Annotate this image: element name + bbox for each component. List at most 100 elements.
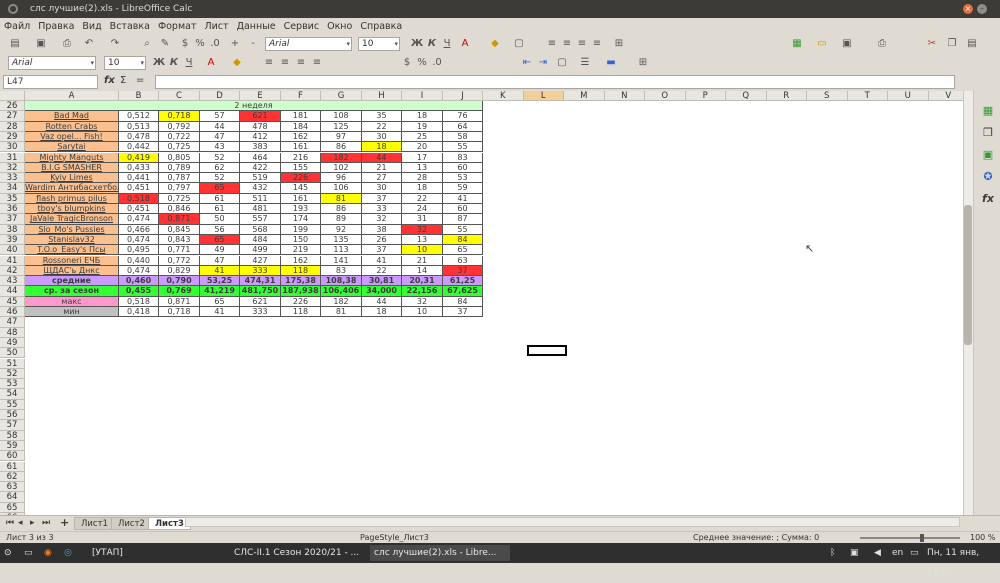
cell-I46[interactable]: 10: [402, 307, 443, 318]
cell-D36[interactable]: 61: [200, 204, 240, 215]
cell-C33[interactable]: 0,787: [159, 173, 200, 184]
column-header-L[interactable]: L: [523, 91, 564, 101]
cell-A40[interactable]: T.O.o_Easy's Псы: [25, 245, 119, 256]
cell-F37[interactable]: 174: [281, 214, 321, 225]
align-right-icon-2[interactable]: ≡: [294, 56, 308, 70]
row-header-47[interactable]: 47: [0, 317, 25, 328]
cell-J44[interactable]: 67,625: [443, 286, 483, 297]
menu-item-5[interactable]: Лист: [200, 21, 232, 32]
row-header-51[interactable]: 51: [0, 358, 25, 369]
cell-G29[interactable]: 97: [321, 131, 362, 143]
open-icon[interactable]: ▭: [815, 37, 829, 51]
row-header-60[interactable]: 60: [0, 451, 25, 462]
insert-chart-icon[interactable]: ▦: [790, 37, 804, 51]
functions-icon[interactable]: fx: [980, 191, 996, 207]
cell-G37[interactable]: 89: [321, 214, 362, 225]
row-header-48[interactable]: 48: [0, 327, 25, 338]
border-style-icon[interactable]: ☰: [578, 56, 592, 70]
menu-item-6[interactable]: Данные: [233, 21, 280, 32]
function-wizard-icon[interactable]: fx: [104, 75, 115, 86]
cell-D41[interactable]: 47: [200, 255, 240, 266]
cell-I36[interactable]: 24: [402, 204, 443, 215]
italic-icon-2[interactable]: К: [167, 56, 181, 70]
menu-item-8[interactable]: Окно: [323, 21, 356, 32]
tab-sheet1[interactable]: Лист1: [74, 517, 115, 530]
row-header-30[interactable]: 30: [0, 142, 25, 153]
font-size-combo-2[interactable]: 10 ▾: [104, 56, 146, 70]
cell-B29[interactable]: 0,478: [119, 131, 159, 143]
row-header-42[interactable]: 42: [0, 265, 25, 277]
cell-E31[interactable]: 464: [240, 152, 281, 163]
clock[interactable]: Пн, 11 янв, 11:50: [927, 543, 1000, 583]
font-color-icon-2[interactable]: A: [204, 56, 218, 70]
cell-D33[interactable]: 52: [200, 173, 240, 184]
cell-C39[interactable]: 0,843: [159, 234, 200, 246]
row-header-56[interactable]: 56: [0, 410, 25, 421]
column-header-T[interactable]: T: [847, 91, 888, 101]
cell-B28[interactable]: 0,513: [119, 121, 159, 132]
cell-J30[interactable]: 55: [443, 142, 483, 153]
cell-A38[interactable]: Slo_Mo's Pussies: [25, 224, 119, 235]
cell-A46[interactable]: мин: [25, 307, 119, 318]
row-header-43[interactable]: 43: [0, 276, 25, 287]
cell-I35[interactable]: 22: [402, 193, 443, 204]
cell-H46[interactable]: 18: [362, 307, 402, 318]
spreadsheet-grid[interactable]: A B C D E F G H I J K L M N O P Q R S T U V 26 27 28 29 30 31 32 33 34…: [0, 91, 963, 515]
delete-decimal-icon[interactable]: -: [246, 37, 260, 51]
column-header-O[interactable]: O: [645, 91, 686, 101]
cell-J36[interactable]: 60: [443, 204, 483, 215]
bold-icon[interactable]: Ж: [410, 37, 424, 51]
cell-F42[interactable]: 118: [281, 265, 321, 277]
cell-A29[interactable]: Vaz opel... Fish!: [25, 131, 119, 143]
cell-E45[interactable]: 621: [240, 296, 281, 307]
cell-E46[interactable]: 333: [240, 307, 281, 318]
cell-C36[interactable]: 0,846: [159, 204, 200, 215]
cell-H28[interactable]: 22: [362, 121, 402, 132]
percent-icon-2[interactable]: %: [415, 56, 429, 70]
percent-icon[interactable]: %: [193, 37, 207, 51]
cell-E42[interactable]: 333: [240, 265, 281, 277]
zoom-slider-handle[interactable]: [920, 534, 924, 542]
cell-F31[interactable]: 216: [281, 152, 321, 163]
row-header-53[interactable]: 53: [0, 379, 25, 390]
cell-F30[interactable]: 161: [281, 142, 321, 153]
cell-D29[interactable]: 47: [200, 131, 240, 143]
cell-A42[interactable]: ЩДАС'ь Днкс: [25, 265, 119, 277]
cell-C37[interactable]: 0,871: [159, 214, 200, 225]
cell-B37[interactable]: 0,474: [119, 214, 159, 225]
row-header-54[interactable]: 54: [0, 389, 25, 400]
align-left-icon[interactable]: ≡: [545, 37, 559, 51]
underline-icon[interactable]: Ч: [440, 37, 454, 51]
row-header-41[interactable]: 41: [0, 255, 25, 266]
cell-A41[interactable]: Rossoneri ЕЧБ: [25, 255, 119, 266]
highlight-color-icon-2[interactable]: ◆: [230, 56, 244, 70]
cell-C41[interactable]: 0,772: [159, 255, 200, 266]
cell-B35[interactable]: 0,518: [119, 193, 159, 204]
bold-icon-2[interactable]: Ж: [152, 56, 166, 70]
cell-G30[interactable]: 86: [321, 142, 362, 153]
save-as-icon[interactable]: ▣: [840, 37, 854, 51]
cell-D30[interactable]: 43: [200, 142, 240, 153]
tab-sheet2[interactable]: Лист2: [111, 517, 152, 530]
start-menu-icon[interactable]: ⊙: [4, 543, 12, 563]
cell-E34[interactable]: 432: [240, 183, 281, 194]
cell-J42[interactable]: 37: [443, 265, 483, 277]
redo-icon[interactable]: ↷: [108, 37, 122, 51]
column-header-U[interactable]: U: [888, 91, 929, 101]
vertical-scroll-thumb[interactable]: [964, 205, 972, 345]
cell-B27[interactable]: 0,512: [119, 111, 159, 122]
cell-H36[interactable]: 33: [362, 204, 402, 215]
cell-A27[interactable]: Bad Mad: [25, 111, 119, 122]
cell-J35[interactable]: 41: [443, 193, 483, 204]
column-header-Q[interactable]: Q: [726, 91, 767, 101]
network-icon[interactable]: ▣: [850, 543, 859, 563]
underline-icon-2[interactable]: Ч: [182, 56, 196, 70]
row-header-62[interactable]: 62: [0, 471, 25, 483]
decimal-icon[interactable]: .0: [208, 37, 222, 51]
cell-C31[interactable]: 0,805: [159, 152, 200, 163]
cell-A43[interactable]: средние: [25, 276, 119, 287]
cell-H44[interactable]: 34,000: [362, 286, 402, 297]
cell-D40[interactable]: 49: [200, 245, 240, 256]
row-header-55[interactable]: 55: [0, 399, 25, 410]
row-header-64[interactable]: 64: [0, 492, 25, 503]
